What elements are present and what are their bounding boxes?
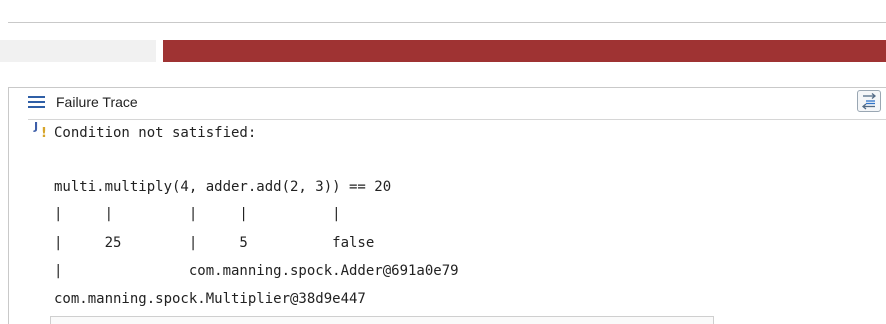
progress-empty-region	[0, 40, 156, 62]
section-divider	[8, 87, 886, 88]
trace-line: | com.manning.spock.Adder@691a0e79	[54, 263, 459, 279]
header-divider	[28, 119, 886, 120]
trace-line: | | | | |	[54, 206, 341, 222]
trace-line: | 25 | 5 false	[54, 235, 375, 251]
junit-failure-icon: J !	[34, 120, 47, 141]
top-divider	[8, 22, 886, 23]
trace-line: multi.multiply(4, adder.add(2, 3)) == 20	[54, 179, 392, 195]
horizontal-scrollbar[interactable]	[50, 316, 714, 324]
junit-failure-view: Failure Trace J ! Condition not satisfie…	[0, 0, 886, 324]
progress-failure-fill	[163, 40, 886, 62]
compare-icon	[861, 93, 877, 110]
panel-left-border	[8, 87, 9, 324]
failure-trace-header: Failure Trace	[28, 91, 138, 113]
trace-message-line: Condition not satisfied:	[54, 125, 257, 141]
list-icon	[28, 96, 45, 108]
test-progress-bar	[0, 40, 886, 62]
failure-trace-title: Failure Trace	[56, 94, 138, 110]
trace-line: com.manning.spock.Multiplier@38d9e447	[54, 291, 366, 307]
compare-results-button[interactable]	[857, 90, 881, 112]
